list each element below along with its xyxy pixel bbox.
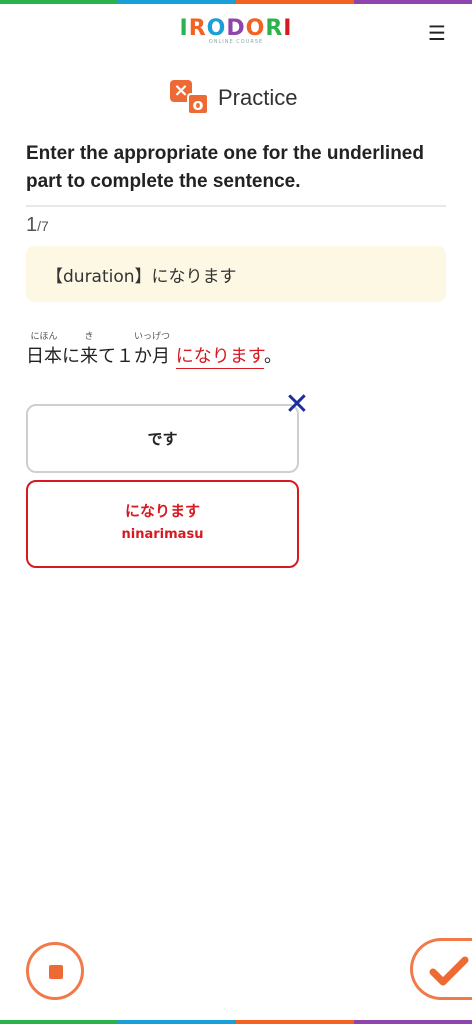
word-te1: て１ [98,346,134,367]
irodori-logo[interactable]: IRODORI ONLINE COURSE [0,16,472,45]
progress-total: /7 [37,218,49,234]
logo-subtitle: ONLINE COURSE [208,39,264,45]
stop-button[interactable] [26,942,84,1000]
bottom-color-stripe [0,1020,472,1024]
logo-letter: D [226,16,246,41]
logo-letter: I [179,16,189,41]
practice-header: × o Practice [170,80,297,116]
choice-romaji: ninarimasu [121,527,204,542]
wrong-mark-icon: ✕ [284,387,310,422]
practice-xo-icon: × o [170,80,210,116]
choice-desu[interactable]: です [26,404,299,473]
word-ki: き来 [80,332,98,367]
word-nihon: にほん 日本 [26,332,62,367]
question-sentence: にほん 日本にき来て１ いっかげつ月 になります。 [26,328,282,369]
logo-wordmark: IRODORI [0,16,472,41]
word-ka: いっか [134,332,153,367]
divider [26,205,446,207]
hint-box: 【duration】になります [26,246,446,302]
logo-letter: R [265,16,284,41]
logo-letter: I [283,16,293,41]
progress-current: 1 [26,214,38,236]
choice-ninarimasu[interactable]: になります ninarimasu [26,480,299,568]
logo-letter: O [206,16,227,41]
check-button[interactable] [410,938,472,1000]
choice-label: になります [124,502,200,520]
practice-title: Practice [218,85,298,110]
stop-icon [49,965,63,979]
logo-letter: R [188,16,207,41]
logo-letter: O [245,16,266,41]
hint-text: 【duration】になります [46,267,237,287]
word-ni: に [62,346,80,367]
top-color-stripe [0,0,472,4]
check-icon [429,956,469,986]
underlined-answer: になります [175,346,264,369]
sentence-end: 。 [263,346,282,367]
hamburger-menu-icon[interactable]: ☰ [428,23,446,43]
choice-label: です [147,430,178,448]
question-instruction: Enter the appropriate one for the underl… [26,143,424,192]
question-progress: 1/7 [26,214,49,237]
word-getsu: げつ月 [152,332,171,367]
